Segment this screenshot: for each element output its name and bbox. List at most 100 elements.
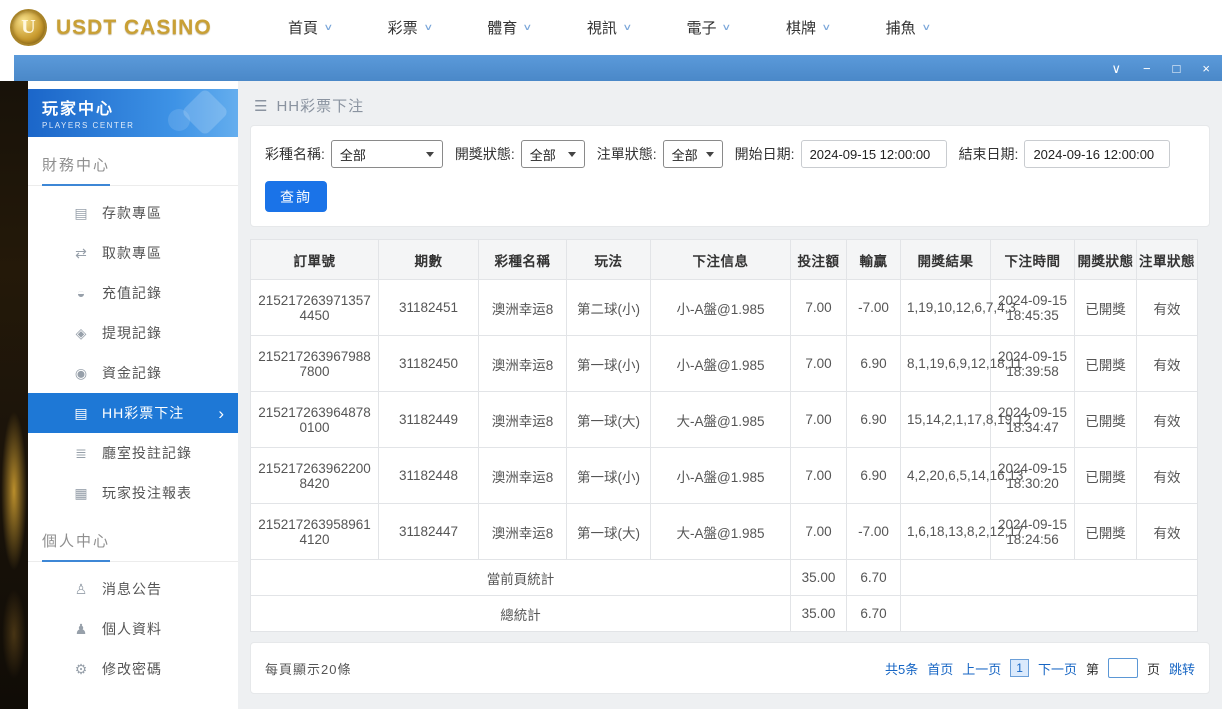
table-cell: 15,14,2,1,17,8,19,12: [901, 392, 991, 448]
filter-group-2: 注單狀態: 全部: [597, 140, 723, 168]
close-icon[interactable]: ×: [1202, 62, 1210, 75]
column-header-5: 投注額: [791, 240, 847, 280]
table-cell: 已開獎: [1075, 392, 1137, 448]
nav-item-label: 彩票: [388, 17, 418, 38]
table-cell: 有效: [1137, 280, 1198, 336]
next-page-link[interactable]: 下一页: [1038, 659, 1077, 678]
table-footer: 每頁顯示20條 共5条 首页 上一页 1 下一页 第 页 跳转: [250, 642, 1210, 694]
table-cell: 8,1,19,6,9,12,18,11: [901, 336, 991, 392]
filter-date-input-4[interactable]: [1024, 140, 1170, 168]
filter-group-1: 開獎狀態:全部: [455, 140, 585, 168]
chevron-down-icon: ∨: [722, 22, 732, 33]
chevron-down-icon: ∨: [323, 22, 333, 33]
column-header-4: 下注信息: [651, 240, 791, 280]
nav-item-6[interactable]: 捕魚∨: [886, 17, 930, 38]
nav-item-2[interactable]: 體育∨: [487, 17, 531, 38]
filter-label: 結束日期:: [959, 144, 1019, 164]
page-header: ☰ HH彩票下注: [250, 81, 1210, 125]
table-cell: 小-A盤@1.985: [651, 280, 791, 336]
nav-item-0[interactable]: 首頁 ∨: [288, 17, 332, 38]
sidebar-item-0-5[interactable]: ▤HH彩票下注›: [28, 393, 238, 433]
table-cell: 澳洲幸运8: [479, 504, 567, 560]
nav-item-label: 首頁: [288, 17, 318, 38]
filter-date-input-3[interactable]: [801, 140, 947, 168]
sidebar-item-0-0[interactable]: ▤存款專區: [28, 193, 238, 233]
table-cell: 6.90: [847, 448, 901, 504]
page-size-text: 每頁顯示20條: [265, 659, 351, 678]
sidebar-item-1-2[interactable]: ⚙修改密碼: [28, 649, 238, 689]
table-cell: 2152172639622008420: [251, 448, 379, 504]
sidebar-item-0-2[interactable]: ◒充值記錄: [28, 273, 238, 313]
funds-record-icon: ◉: [72, 365, 90, 382]
summary-winloss-total: 6.70: [847, 596, 901, 632]
sidebar-section-title: 個人中心: [28, 513, 238, 562]
chevron-down-icon: ∨: [821, 22, 831, 33]
table-cell: 1,6,18,13,8,2,12,17: [901, 504, 991, 560]
filter-group-4: 結束日期:: [959, 140, 1171, 168]
lottery-bet-icon: ▤: [72, 405, 90, 422]
sidebar-item-1-0[interactable]: ♙消息公告: [28, 569, 238, 609]
table-cell: 31182447: [379, 504, 479, 560]
filter-select-2[interactable]: 全部: [663, 140, 723, 168]
sidebar-item-label: 存款專區: [102, 203, 162, 223]
table-cell: 7.00: [791, 280, 847, 336]
prev-page-link[interactable]: 上一页: [962, 659, 1001, 678]
table-cell: 31182450: [379, 336, 479, 392]
collapse-icon[interactable]: ∨: [1111, 62, 1121, 75]
profile-icon: ♟: [72, 621, 90, 638]
top-nav: 首頁∨彩票∨體育∨視訊∨電子∨棋牌∨捕魚∨: [288, 17, 929, 38]
table-cell: 澳洲幸运8: [479, 448, 567, 504]
table-cell: 已開獎: [1075, 504, 1137, 560]
table-row: 215217263967988780031182450澳洲幸运8第一球(小)小-…: [251, 336, 1198, 392]
logo-text: USDT CASINO: [56, 16, 212, 40]
table-cell: 7.00: [791, 448, 847, 504]
nav-item-3[interactable]: 視訊∨: [587, 17, 631, 38]
chevron-right-icon: ›: [218, 405, 224, 422]
jump-button[interactable]: 跳转: [1169, 659, 1195, 678]
filter-select-0[interactable]: 全部: [331, 140, 443, 168]
sidebar-item-0-6[interactable]: ≣廳室投註記錄: [28, 433, 238, 473]
nav-item-1[interactable]: 彩票∨: [388, 17, 432, 38]
sidebar-item-label: 消息公告: [102, 579, 162, 599]
sidebar-item-label: 個人資料: [102, 619, 162, 639]
minimize-icon[interactable]: −: [1143, 62, 1151, 75]
table-cell: 有效: [1137, 448, 1198, 504]
chevron-down-icon: [706, 152, 714, 157]
filter-label: 注單狀態:: [597, 144, 657, 164]
chevron-down-icon: ∨: [622, 22, 632, 33]
sidebar-item-0-4[interactable]: ◉資金記錄: [28, 353, 238, 393]
sidebar-item-0-1[interactable]: ⇄取款專區: [28, 233, 238, 273]
table-cell: 有效: [1137, 504, 1198, 560]
maximize-icon[interactable]: □: [1173, 62, 1181, 75]
summary-label: 當前頁統計: [251, 560, 791, 596]
first-page-link[interactable]: 首页: [927, 659, 953, 678]
filter-select-1[interactable]: 全部: [521, 140, 585, 168]
pagination: 共5条 首页 上一页 1 下一页 第 页 跳转: [885, 658, 1195, 678]
summary-row: 總統計35.006.70: [251, 596, 1198, 632]
withdraw-icon: ⇄: [72, 245, 90, 262]
chevron-down-icon: ∨: [921, 22, 931, 33]
page-jump-input[interactable]: [1108, 658, 1138, 678]
sidebar-title: 玩家中心: [42, 95, 238, 119]
sidebar-item-0-7[interactable]: ▦玩家投注報表: [28, 473, 238, 513]
logo-coin-icon: U: [10, 9, 47, 46]
filter-label: 開始日期:: [735, 144, 795, 164]
nav-item-5[interactable]: 棋牌∨: [786, 17, 830, 38]
table-cell: 31182448: [379, 448, 479, 504]
chevron-down-icon: ∨: [523, 22, 533, 33]
table-row: 215217263971357445031182451澳洲幸运8第二球(小)小-…: [251, 280, 1198, 336]
column-header-8: 下注時間: [991, 240, 1075, 280]
table-cell: 2152172639713574450: [251, 280, 379, 336]
column-header-1: 期數: [379, 240, 479, 280]
table-cell: 澳洲幸运8: [479, 392, 567, 448]
current-page[interactable]: 1: [1010, 659, 1029, 677]
table-cell: 31182451: [379, 280, 479, 336]
hamburger-icon[interactable]: ☰: [254, 97, 267, 115]
table-cell: 第一球(大): [567, 392, 651, 448]
query-button[interactable]: 查詢: [265, 181, 327, 212]
nav-item-4[interactable]: 電子∨: [686, 17, 730, 38]
filter-group-3: 開始日期:: [735, 140, 947, 168]
summary-bet-total: 35.00: [791, 560, 847, 596]
sidebar-item-1-1[interactable]: ♟ 個人資料: [28, 609, 238, 649]
sidebar-item-0-3[interactable]: ◈提現記錄: [28, 313, 238, 353]
